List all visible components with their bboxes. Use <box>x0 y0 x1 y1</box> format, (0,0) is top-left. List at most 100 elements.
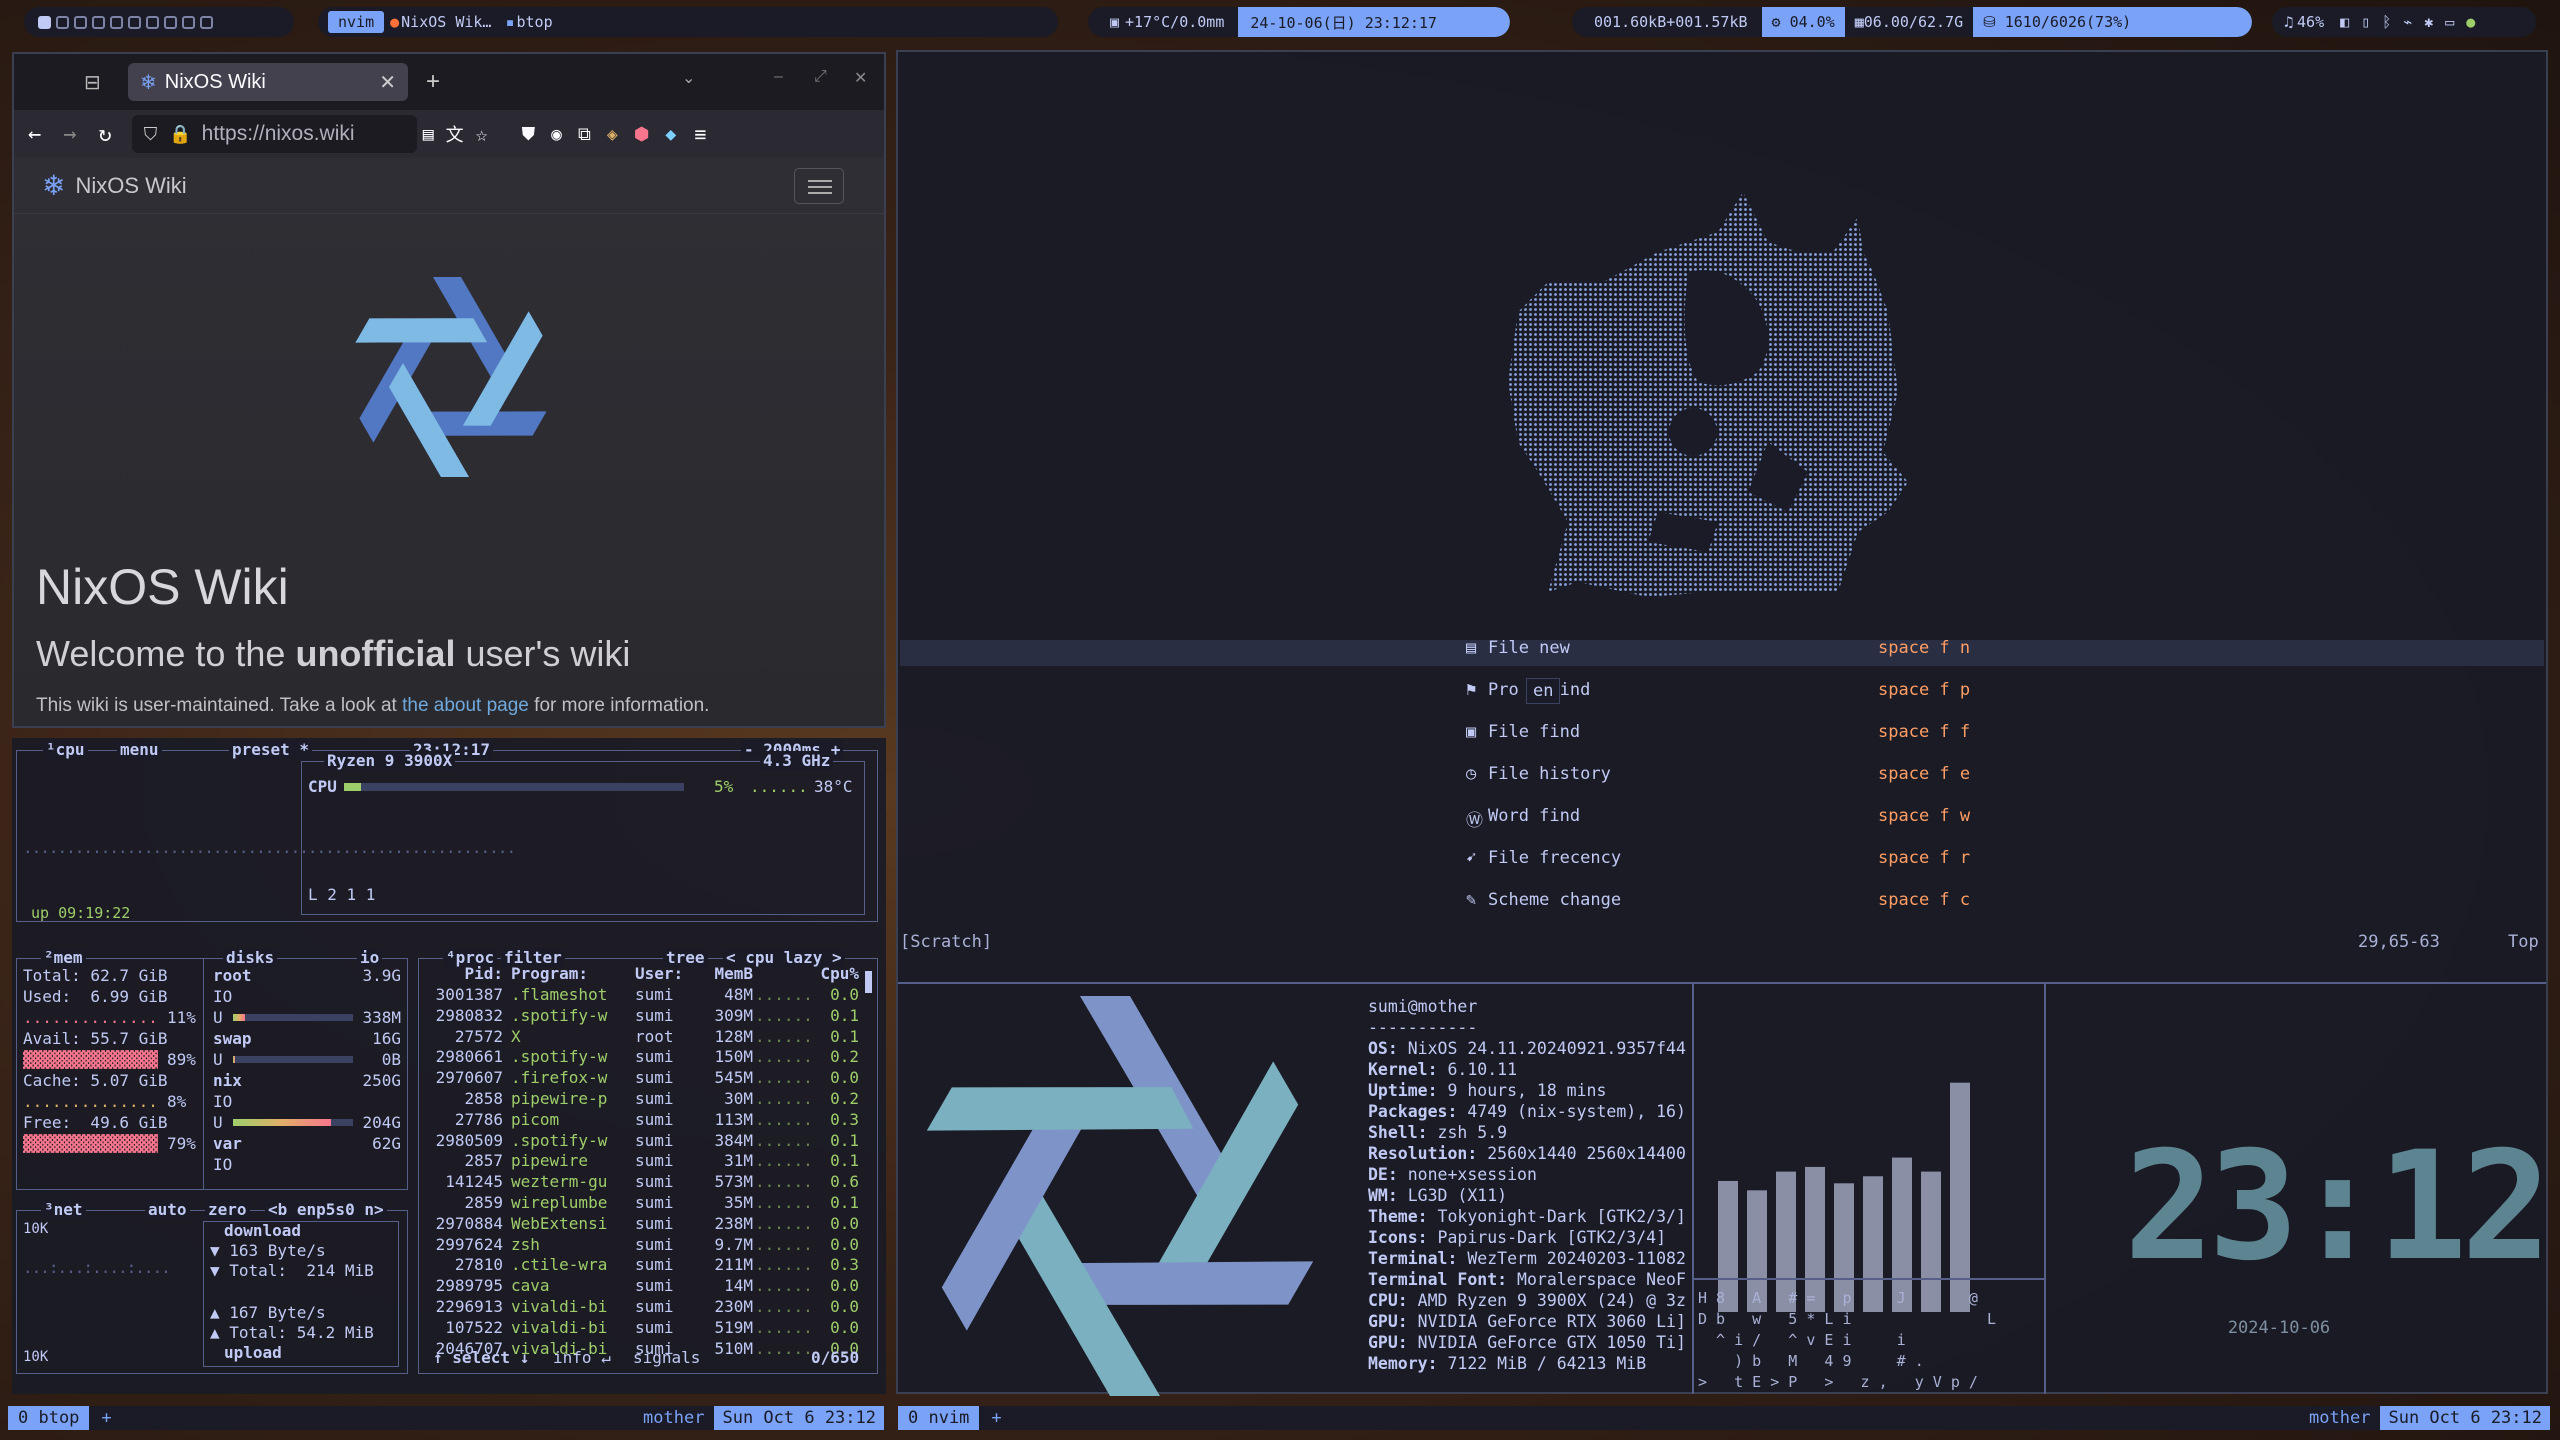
zero-toggle[interactable]: zero <box>205 1200 250 1219</box>
signals-hint[interactable]: signals <box>633 1347 700 1368</box>
proc-cell: sumi <box>635 1089 674 1108</box>
workspace-7[interactable] <box>146 15 159 29</box>
proc-row[interactable]: 2858 pipewire-p sumi 30M 0.2...... <box>419 1088 875 1109</box>
proc-cell: 211M <box>714 1255 753 1275</box>
proc-row[interactable]: 2980661 .spotify-w sumi 150M 0.2...... <box>419 1046 875 1067</box>
proc-cell: 0.1 <box>830 1005 859 1025</box>
fetch-line: GPU: NVIDIA GeForce RTX 3060 Li] <box>1368 1311 1686 1332</box>
workspace-8[interactable] <box>164 15 177 29</box>
fetch-key: GPU: <box>1368 1333 1408 1352</box>
proc-row[interactable]: 27786 picom sumi 113M 0.3...... <box>419 1109 875 1130</box>
forward-icon[interactable]: → <box>63 122 76 147</box>
proc-cell: 0.1 <box>830 1026 859 1046</box>
battery-icon[interactable]: ▭ <box>2445 13 2454 31</box>
extensions-icon[interactable]: ⧉ <box>578 124 591 145</box>
workspace-9[interactable] <box>182 15 195 29</box>
workspace-6[interactable] <box>128 15 141 29</box>
proc-row[interactable]: 2989795 cava sumi 14M 0.0...... <box>419 1275 875 1296</box>
task-firefox[interactable]: NixOS Wik… <box>401 13 491 31</box>
workspace-5[interactable] <box>110 15 123 29</box>
volume-value[interactable]: 46% <box>2297 13 2324 31</box>
proc-cpu-graph: ...... <box>755 1338 813 1358</box>
task-nvim[interactable]: nvim <box>328 11 385 33</box>
tmux-new-window-right[interactable]: + <box>991 1408 1001 1428</box>
proc-row[interactable]: 2980509 .spotify-w sumi 384M 0.1...... <box>419 1130 875 1151</box>
tmux-session-btop[interactable]: 0 btop <box>8 1406 90 1430</box>
bluetooth-icon[interactable]: ᛒ <box>2382 13 2391 31</box>
tab-overview-icon[interactable]: ⊟ <box>84 70 101 95</box>
tab-close-icon[interactable]: ✕ <box>379 70 396 95</box>
addon-blue-icon[interactable]: ◆ <box>665 124 676 145</box>
site-name[interactable]: NixOS Wiki <box>75 173 186 199</box>
dashboard-item[interactable]: File history <box>1488 764 1611 784</box>
device-icon[interactable]: ▯ <box>2361 13 2370 31</box>
proc-cell: 2970607 <box>435 1068 503 1088</box>
proc-row[interactable]: 2970607 .firefox-w sumi 545M 0.0...... <box>419 1067 875 1088</box>
fetch-key: Uptime: <box>1368 1081 1438 1100</box>
preset-button[interactable]: preset * <box>229 740 313 759</box>
proc-cell: 0.0 <box>830 1213 859 1233</box>
dashboard-item[interactable]: File find <box>1488 722 1580 742</box>
reload-icon[interactable]: ↻ <box>99 122 112 147</box>
account-icon[interactable]: ◉ <box>551 124 562 145</box>
settings-icon[interactable]: ✱ <box>2424 13 2433 31</box>
tab-nixos-wiki[interactable]: ❄ NixOS Wiki ✕ <box>128 63 408 101</box>
translate-icon[interactable]: 文 <box>446 121 464 147</box>
proc-row[interactable]: 2859 wireplumbe sumi 35M 0.1...... <box>419 1192 875 1213</box>
workspace-1[interactable] <box>38 15 51 29</box>
workspace-indicators[interactable] <box>24 7 294 37</box>
tmux-session-nvim[interactable]: 0 nvim <box>898 1406 980 1430</box>
proc-row[interactable]: 2296913 vivaldi-bi sumi 230M 0.0...... <box>419 1296 875 1317</box>
close-window-icon[interactable]: ✕ <box>854 68 867 88</box>
reader-view-icon[interactable]: ▤ <box>423 124 434 145</box>
url-bar[interactable]: ⛉ 🔒 https://nixos.wiki <box>131 115 417 153</box>
net-stats-box: download ▼ 163 Byte/s ▼ Total: 214 MiB ▲… <box>203 1221 399 1367</box>
workspace-3[interactable] <box>74 15 87 29</box>
pocket-icon[interactable]: ⛊ <box>522 124 536 145</box>
tmux-new-window[interactable]: + <box>101 1408 111 1428</box>
interface-selector[interactable]: <b enp5s0 n> <box>265 1200 387 1219</box>
back-icon[interactable]: ← <box>28 122 41 147</box>
menu-toggle-button[interactable] <box>794 168 844 204</box>
dashboard-item[interactable]: File new <box>1488 638 1570 658</box>
url-text[interactable]: https://nixos.wiki <box>202 122 355 146</box>
workspace-4[interactable] <box>92 15 105 29</box>
proc-row[interactable]: 107522 vivaldi-bi sumi 519M 0.0...... <box>419 1317 875 1338</box>
tab-list-icon[interactable]: ⌄ <box>682 68 695 88</box>
select-hint[interactable]: ↑ select ↓ <box>433 1347 529 1368</box>
layout-icon[interactable]: ◧ <box>2340 13 2349 31</box>
lock-icon[interactable]: 🔒 <box>169 124 191 145</box>
menu-button[interactable]: menu <box>117 740 162 759</box>
auto-toggle[interactable]: auto <box>145 1200 190 1219</box>
proc-row[interactable]: 27810 .ctile-wra sumi 211M 0.3...... <box>419 1254 875 1275</box>
hamburger-menu-icon[interactable]: ≡ <box>694 122 706 146</box>
site-logo-icon[interactable]: ❄ <box>42 169 65 202</box>
matrix-line: > t E > P > z , y V p / <box>1698 1373 1978 1391</box>
proc-scrollbar[interactable] <box>865 971 872 993</box>
task-btop[interactable]: btop <box>517 13 553 31</box>
workspace-2[interactable] <box>56 15 69 29</box>
datetime-text[interactable]: 24-10-06(日) 23:12:17 <box>1238 7 1510 37</box>
about-page-link[interactable]: the about page <box>402 695 529 716</box>
workspace-10[interactable] <box>200 15 213 29</box>
ublock-icon[interactable]: ⬢ <box>634 124 650 145</box>
dashboard-item[interactable]: Scheme change <box>1488 890 1621 910</box>
proc-row[interactable]: 3001387 .flameshot sumi 48M 0.0...... <box>419 984 875 1005</box>
bookmark-star-icon[interactable]: ☆ <box>476 122 488 146</box>
shield-icon[interactable]: ⛉ <box>144 124 158 145</box>
addon-icon[interactable]: ◈ <box>607 124 618 145</box>
info-hint[interactable]: info ↵ <box>553 1347 611 1368</box>
proc-row[interactable]: 2857 pipewire sumi 31M 0.1...... <box>419 1150 875 1171</box>
proc-row[interactable]: 2980832 .spotify-w sumi 309M 0.1...... <box>419 1005 875 1026</box>
proc-row[interactable]: 2970884 WebExtensi sumi 238M 0.0...... <box>419 1213 875 1234</box>
status-dot-icon[interactable]: ● <box>2466 13 2475 31</box>
dashboard-item[interactable]: File frecency <box>1488 848 1621 868</box>
proc-row[interactable]: 27572 Xroot 128M 0.1...... <box>419 1026 875 1047</box>
dashboard-item[interactable]: Word find <box>1488 806 1580 826</box>
new-tab-icon[interactable]: + <box>426 68 440 96</box>
proc-row[interactable]: 141245 wezterm-gu sumi 573M 0.6...... <box>419 1171 875 1192</box>
maximize-icon[interactable]: ⤢ <box>814 68 827 86</box>
proc-row[interactable]: 2997624 zsh sumi 9.7M 0.0...... <box>419 1234 875 1255</box>
signal-icon[interactable]: ⌁ <box>2403 13 2412 31</box>
minimize-icon[interactable]: – <box>774 68 783 86</box>
